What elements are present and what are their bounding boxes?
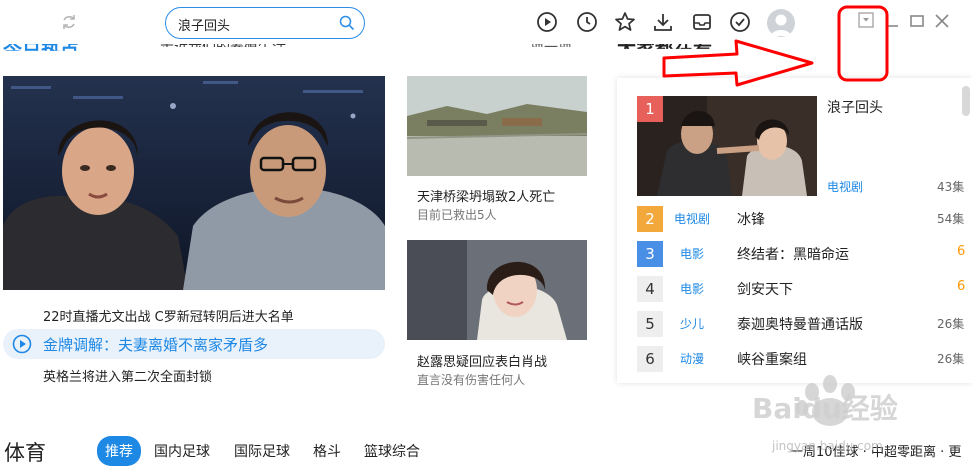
news-card-title[interactable]: 赵露思疑回应表白肖战 bbox=[417, 351, 547, 370]
rank-badge-3: 3 bbox=[637, 241, 663, 267]
hero-highlight-row[interactable]: 金牌调解：夫妻离婚不离家矛盾多 bbox=[3, 329, 385, 359]
sports-section-title: 体育 bbox=[4, 441, 46, 465]
rank-category-6: 动漫 bbox=[680, 352, 705, 366]
play-circle-icon[interactable] bbox=[536, 11, 558, 33]
refresh-icon[interactable] bbox=[60, 13, 78, 31]
search-box[interactable] bbox=[165, 7, 365, 39]
search-input[interactable] bbox=[178, 14, 338, 34]
rank-title-4[interactable]: 剑安天下 bbox=[737, 279, 793, 299]
rank-title-3[interactable]: 终结者：黑暗命运 bbox=[737, 244, 849, 264]
rank-category-1: 电视剧 bbox=[827, 180, 864, 194]
tab-combat[interactable]: 格斗 bbox=[313, 441, 341, 461]
rank-count-2: 54集 bbox=[937, 212, 965, 226]
news-card-subtitle: 目前已救出5人 bbox=[417, 208, 497, 222]
tab-basketball[interactable]: 篮球综合 bbox=[364, 441, 420, 461]
rank-count-4: 6 bbox=[957, 279, 966, 294]
rank-category-3: 电影 bbox=[680, 247, 705, 261]
rank-badge-1: 1 bbox=[637, 96, 663, 122]
hero-highlight-text: 金牌调解：夫妻离婚不离家矛盾多 bbox=[43, 336, 269, 354]
tab-domestic-football[interactable]: 国内足球 bbox=[154, 441, 210, 461]
rank-badge-2: 2 bbox=[637, 206, 663, 232]
rank-title-6[interactable]: 峡谷重案组 bbox=[737, 349, 807, 369]
rank-count-1: 43集 bbox=[937, 180, 965, 194]
ranking-top-image[interactable] bbox=[637, 96, 817, 196]
rank-badge-4: 4 bbox=[637, 276, 663, 302]
rank-category-2: 电视剧 bbox=[674, 212, 711, 226]
tab-recommend[interactable]: 推荐 bbox=[97, 436, 141, 466]
top-toolbar bbox=[0, 0, 972, 44]
rank-count-5: 26集 bbox=[937, 317, 965, 331]
hero-image[interactable] bbox=[3, 76, 385, 290]
clock-icon[interactable] bbox=[576, 11, 598, 33]
close-icon[interactable] bbox=[934, 13, 950, 29]
dropdown-icon[interactable] bbox=[858, 12, 874, 28]
news-card-title[interactable]: 天津桥梁坍塌致2人死亡 bbox=[417, 186, 555, 205]
tab-international-football[interactable]: 国际足球 bbox=[234, 441, 290, 461]
star-icon[interactable] bbox=[614, 11, 636, 33]
sports-ticker[interactable]: 一周10佳球 · 中超零距离 · 更 bbox=[790, 441, 961, 460]
hero-caption-3[interactable]: 英格兰将进入第二次全面封锁 bbox=[43, 366, 212, 385]
search-icon[interactable] bbox=[339, 15, 355, 31]
inbox-icon[interactable] bbox=[691, 11, 713, 33]
news-card-image-portrait[interactable] bbox=[407, 240, 587, 340]
rank-title-2[interactable]: 冰锋 bbox=[737, 209, 765, 229]
ranking-scrollbar[interactable] bbox=[962, 86, 970, 116]
rank-category-5: 少儿 bbox=[680, 317, 705, 331]
play-circle-icon bbox=[12, 334, 32, 354]
minimize-icon[interactable] bbox=[886, 13, 902, 29]
watermark-text: Baidu经验 bbox=[752, 392, 898, 425]
rank-count-6: 26集 bbox=[937, 352, 965, 366]
rank-title-1[interactable]: 浪子回头 bbox=[827, 97, 883, 117]
avatar[interactable] bbox=[767, 9, 795, 37]
check-circle-icon[interactable] bbox=[729, 11, 751, 33]
rank-badge-5: 5 bbox=[637, 311, 663, 337]
hero-caption-1[interactable]: 22时直播尤文出战 C罗新冠转阴后进大名单 bbox=[43, 306, 294, 325]
news-card-subtitle: 直言没有伤害任何人 bbox=[417, 373, 526, 387]
rank-title-5[interactable]: 泰迦奥特曼普通话版 bbox=[737, 314, 863, 334]
rank-category-4: 电影 bbox=[680, 282, 705, 296]
maximize-icon[interactable] bbox=[909, 13, 925, 29]
download-icon[interactable] bbox=[652, 11, 674, 33]
news-card-image-bridge[interactable] bbox=[407, 76, 587, 176]
rank-badge-6: 6 bbox=[637, 346, 663, 372]
rank-count-3: 6 bbox=[957, 244, 966, 259]
